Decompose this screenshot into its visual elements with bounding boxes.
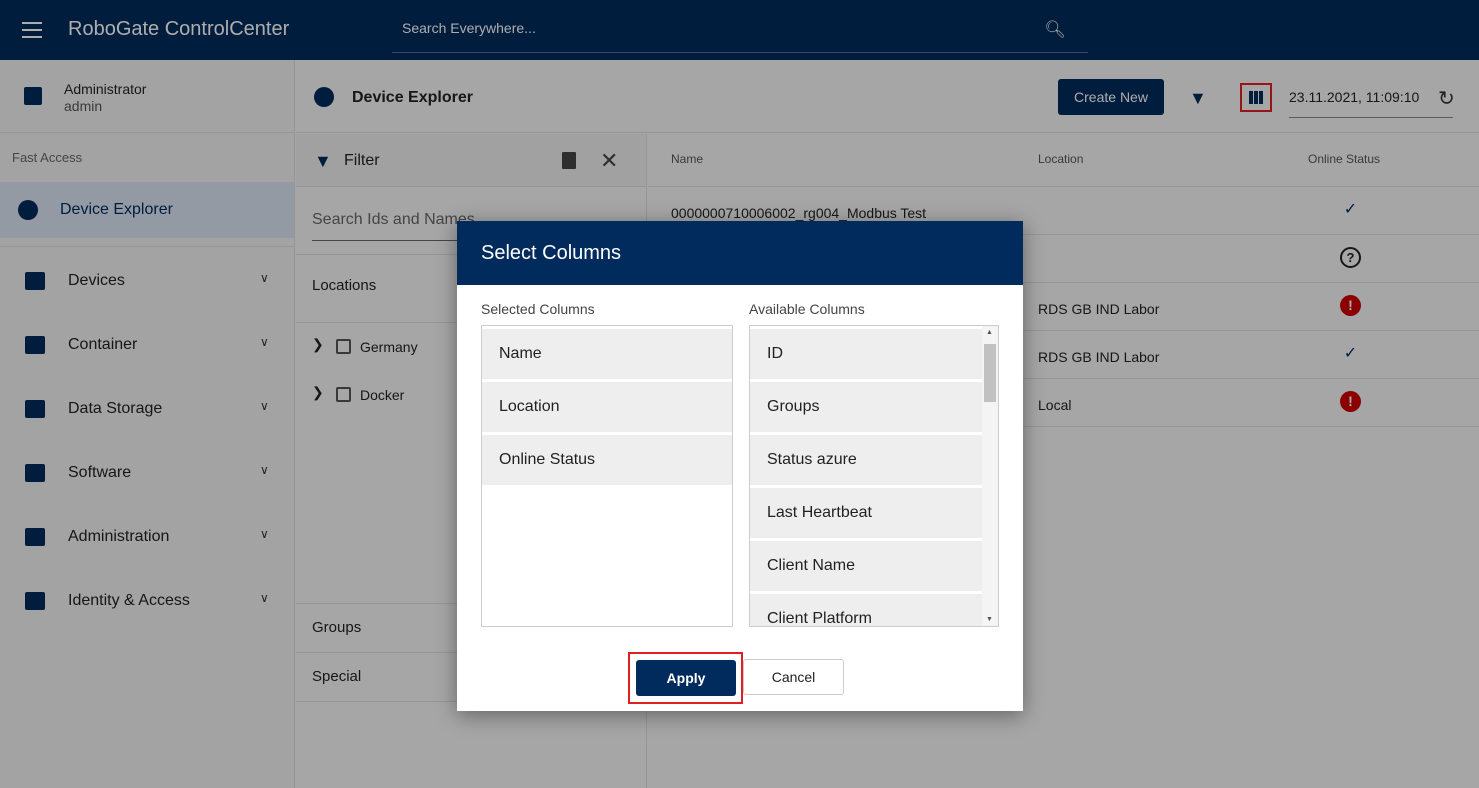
- list-item[interactable]: Client Name: [750, 541, 982, 591]
- available-columns-label: Available Columns: [749, 301, 865, 317]
- list-item[interactable]: Name: [482, 329, 732, 379]
- select-columns-dialog: Select Columns Selected Columns Availabl…: [457, 221, 1023, 711]
- list-item[interactable]: Client Platform: [750, 594, 982, 626]
- apply-highlight: Apply: [628, 652, 743, 704]
- scrollbar-thumb[interactable]: [984, 344, 996, 402]
- scroll-down-icon[interactable]: ▼: [986, 616, 993, 623]
- selected-columns-list[interactable]: Name Location Online Status: [481, 325, 733, 627]
- list-item[interactable]: Online Status: [482, 435, 732, 485]
- dialog-title: Select Columns: [457, 221, 1023, 285]
- list-item[interactable]: Groups: [750, 382, 982, 432]
- list-item[interactable]: Location: [482, 382, 732, 432]
- apply-button[interactable]: Apply: [636, 660, 736, 696]
- list-item[interactable]: Status azure: [750, 435, 982, 485]
- available-columns-list[interactable]: ID Groups Status azure Last Heartbeat Cl…: [749, 325, 999, 627]
- cancel-button[interactable]: Cancel: [743, 659, 844, 695]
- scrollbar[interactable]: ▲ ▼: [982, 326, 998, 626]
- selected-columns-label: Selected Columns: [481, 301, 595, 317]
- scroll-up-icon[interactable]: ▲: [986, 329, 993, 336]
- list-item[interactable]: Last Heartbeat: [750, 488, 982, 538]
- list-item[interactable]: ID: [750, 329, 982, 379]
